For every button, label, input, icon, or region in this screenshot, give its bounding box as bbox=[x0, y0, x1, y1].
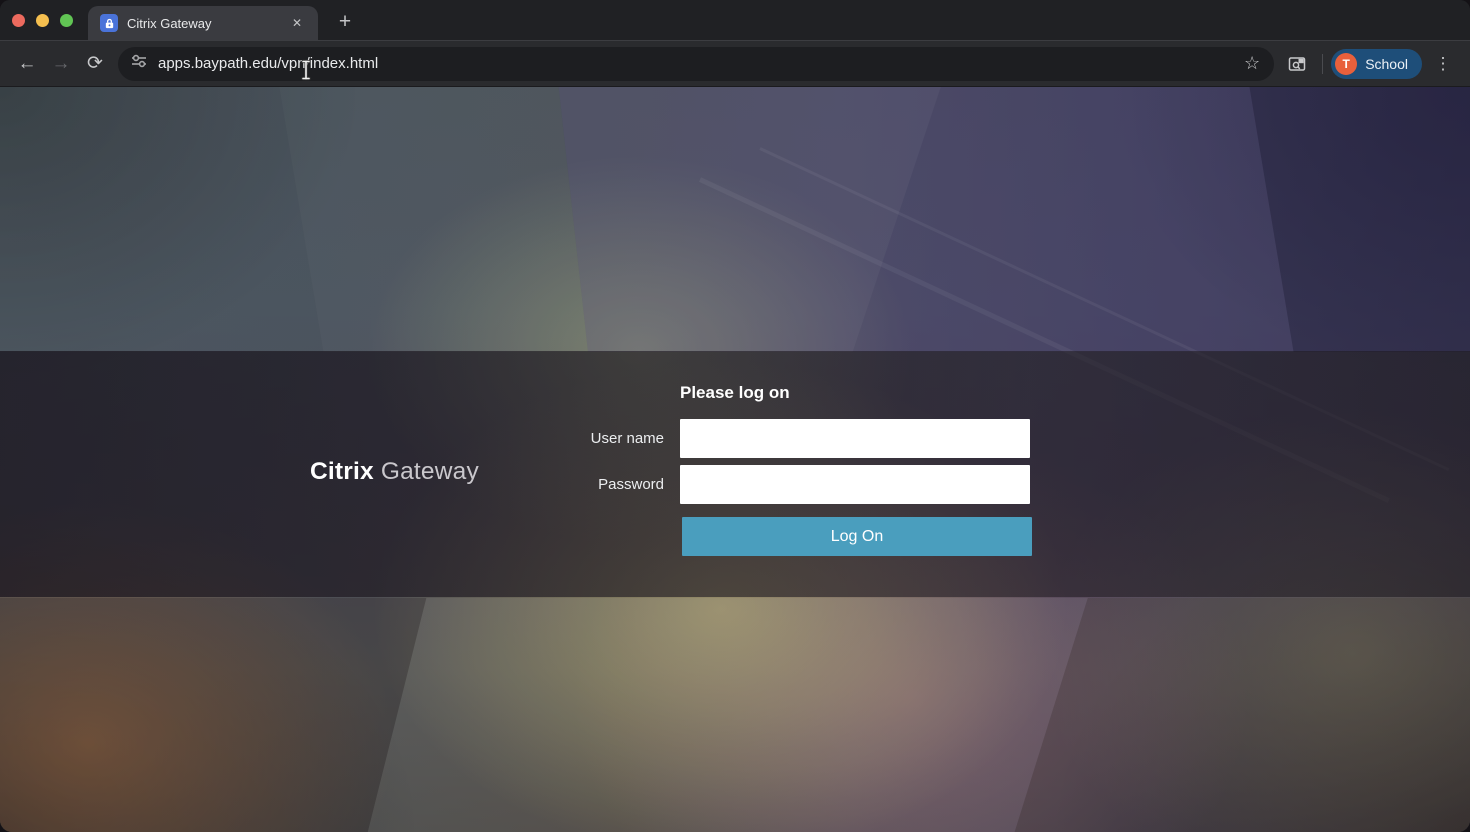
forward-button[interactable]: → bbox=[44, 47, 78, 81]
minimize-window-button[interactable] bbox=[36, 14, 49, 27]
tab-strip: Citrix Gateway ✕ + bbox=[0, 0, 1470, 40]
profile-name: School bbox=[1365, 56, 1408, 72]
logo-brand: Citrix bbox=[310, 458, 374, 485]
username-label: User name bbox=[460, 419, 664, 458]
toolbar-separator bbox=[1322, 54, 1323, 74]
text-cursor-icon bbox=[300, 59, 312, 86]
reload-button[interactable]: ⟳ bbox=[78, 47, 112, 81]
page-content: CitrixGateway Please log on User name Pa… bbox=[0, 86, 1470, 832]
side-panel-search-icon[interactable] bbox=[1280, 47, 1314, 81]
background-facets-bottom bbox=[0, 598, 1470, 832]
username-input[interactable] bbox=[680, 419, 1030, 458]
password-label: Password bbox=[460, 465, 664, 504]
background-facets-top bbox=[0, 87, 1470, 352]
browser-menu-icon[interactable]: ⋮ bbox=[1426, 47, 1460, 81]
password-input[interactable] bbox=[680, 465, 1030, 504]
url-text[interactable]: apps.baypath.edu/vpn/index.html bbox=[158, 55, 1242, 72]
browser-window: Citrix Gateway ✕ + ← → ⟳ apps.baypath.ed… bbox=[0, 0, 1470, 832]
bookmark-star-icon[interactable]: ☆ bbox=[1242, 53, 1262, 74]
tab-title: Citrix Gateway bbox=[127, 16, 288, 31]
tab-close-icon[interactable]: ✕ bbox=[288, 14, 306, 32]
profile-avatar: T bbox=[1335, 53, 1357, 75]
tab-citrix-gateway[interactable]: Citrix Gateway ✕ bbox=[88, 6, 318, 40]
close-window-button[interactable] bbox=[12, 14, 25, 27]
address-bar[interactable]: apps.baypath.edu/vpn/index.html ☆ bbox=[118, 47, 1274, 81]
lock-favicon-icon bbox=[100, 14, 118, 32]
zoom-window-button[interactable] bbox=[60, 14, 73, 27]
log-on-button[interactable]: Log On bbox=[682, 517, 1032, 556]
profile-chip[interactable]: T School bbox=[1331, 49, 1422, 79]
new-tab-button[interactable]: + bbox=[330, 7, 360, 37]
browser-toolbar: ← → ⟳ apps.baypath.edu/vpn/index.html ☆ bbox=[0, 40, 1470, 86]
site-settings-icon[interactable] bbox=[130, 52, 148, 75]
login-heading: Please log on bbox=[680, 383, 790, 403]
traffic-lights bbox=[12, 14, 73, 27]
citrix-gateway-logo: CitrixGateway bbox=[310, 458, 479, 486]
back-button[interactable]: ← bbox=[10, 47, 44, 81]
